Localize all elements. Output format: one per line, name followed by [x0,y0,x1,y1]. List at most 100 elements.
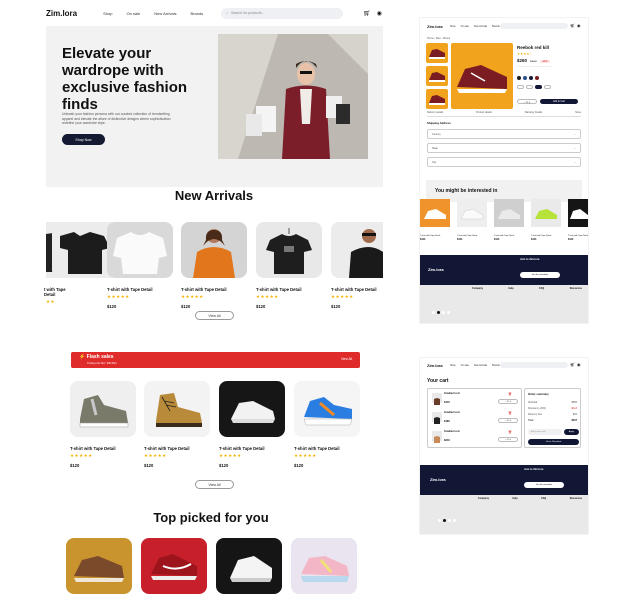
thumbnail[interactable] [426,66,448,86]
search-input[interactable] [500,362,568,368]
quantity-stepper[interactable]: − 1 + [517,99,537,104]
social-icon[interactable] [448,519,451,522]
product-card[interactable]: T-shirt with Tape Detail ★★★★★ $120 [181,222,247,309]
nav-on-sale[interactable]: On sale [461,25,469,28]
size-option[interactable] [526,85,533,89]
social-icon[interactable] [453,519,456,522]
old-price: $300 [530,59,537,63]
interested-title: You might be interested in [435,188,498,194]
color-swatch[interactable] [529,76,533,80]
product-card[interactable]: T-shirt with Tape Detail ★★★★★ $120 [256,222,322,309]
newsletter-button[interactable]: Join the newsletter [520,272,560,278]
top-picked-image[interactable] [66,538,132,594]
search-input[interactable] [500,23,568,29]
top-picked-image[interactable] [141,538,207,594]
top-picked-image[interactable] [291,538,357,594]
logo[interactable]: Zim.lora [427,363,443,368]
thumbnail[interactable] [426,43,448,63]
nav-shop[interactable]: Shop [103,11,112,16]
footer-logo: Zim.lora [428,267,444,272]
nav-icons: 🛒︎ ◉ [363,10,382,17]
size-option[interactable] [517,85,524,89]
checkout-button[interactable]: Go to Checkout [528,439,579,445]
tab-delivery[interactable]: Delivery details [427,111,443,114]
newsletter-button[interactable]: Join the newsletter [524,482,564,488]
nav-brands[interactable]: Brands [492,25,500,28]
thumbnail[interactable] [426,89,448,109]
view-all-button[interactable]: View All [195,311,234,320]
quantity-stepper[interactable]: − 1 + [498,418,518,423]
cart-icon[interactable]: 🛒︎ [570,23,575,28]
color-swatch[interactable] [517,76,521,80]
nav-on-sale[interactable]: On sale [461,364,469,367]
quantity-stepper[interactable]: − 1 + [498,399,518,404]
product-card[interactable]: T-shirt with Tape Detail $120 [494,199,524,241]
product-price: $120 [144,463,154,468]
product-card[interactable]: T-shirt with Tape Detail $120 [457,199,487,241]
footer: Company Help FAQ Resources [420,285,588,323]
logo[interactable]: Zim.lora [427,24,443,29]
logo[interactable]: Zim.lora [46,9,77,18]
tab-product[interactable]: Product details [476,111,492,114]
nav-on-sale[interactable]: On sale [126,11,140,16]
state-field[interactable]: State ⌄ [427,143,581,153]
product-card[interactable]: T-shirt with Tape Detail ★★★★★ $120 [331,222,383,309]
shop-now-button[interactable]: Shop Now [62,134,105,145]
account-icon[interactable]: ◉ [377,10,382,17]
product-card[interactable]: T-shirt with Tape Detail ★★★★★ $120 [144,381,210,468]
quantity-stepper[interactable]: − 1 + [498,437,518,442]
product-card[interactable]: T-shirt with Tape Detail ★★★★★ $120 [70,381,136,468]
flash-view-all-link[interactable]: View All [341,357,352,361]
social-icon[interactable] [442,311,445,314]
top-picked-image[interactable] [216,538,282,594]
item-image [432,431,442,443]
social-icon[interactable] [443,519,446,522]
product-card[interactable]: T-shirt with Tape Detail ★★★★★ $120 [219,381,285,468]
promo-input[interactable]: Add promo code [528,429,562,435]
account-icon[interactable]: ◉ [577,362,581,367]
nav-shop[interactable]: Shop [450,364,456,367]
cart-items: Gradient red $145 🗑︎ − 1 + Gradient red … [427,388,522,448]
size-option[interactable] [544,85,551,89]
nav-new-arrivals[interactable]: New Arrivals [154,11,176,16]
trash-icon[interactable]: 🗑︎ [508,430,512,434]
new-arrivals-title: New Arrivals [174,188,254,203]
tab-warranty[interactable]: Warranty Details [525,111,543,114]
footer: Company Help FAQ Resources [420,495,588,534]
social-icon[interactable] [438,519,441,522]
color-swatch[interactable] [535,76,539,80]
cart-icon[interactable]: 🛒︎ [363,10,371,17]
product-card[interactable]: T-shirt with Tape Detail ★★★★★ $120 [107,222,173,309]
cart-icon[interactable]: 🛒︎ [570,362,575,367]
product-card[interactable]: T-shirt with Tape Detail $120 [420,199,450,241]
trash-icon[interactable]: 🗑︎ [508,411,512,415]
city-field[interactable]: City ⌄ [427,157,581,167]
product-card[interactable]: T-shirt with Tape Detail $120 [531,199,561,241]
nav-new-arrivals[interactable]: New Arrivals [474,364,487,367]
rating-stars: ★★★★★ [107,294,130,299]
footer-columns: Company Help FAQ Resources [472,287,582,290]
trash-icon[interactable]: 🗑︎ [508,392,512,396]
nav-brands[interactable]: Brands [191,11,204,16]
nav-new-arrivals[interactable]: New Arrivals [474,25,487,28]
tab-sizes[interactable]: Sizes [575,111,581,114]
nav-brands[interactable]: Brands [492,364,500,367]
product-card[interactable]: T-shirt with Tape Detail ★★★★★ $120 [294,381,360,468]
country-field[interactable]: Country ⌄ [427,129,581,139]
rating-stars: ★★★★★ [256,294,279,299]
search-input[interactable]: ⌕ Search for products... [221,7,344,19]
color-swatch[interactable] [523,76,527,80]
size-option[interactable] [535,85,542,89]
flash-sale-title: ⚡ Flash sales [79,354,114,360]
apply-button[interactable]: Apply [564,429,579,435]
product-price: $120 [294,463,304,468]
add-to-cart-button[interactable]: Add to Cart [540,99,578,104]
product-card[interactable]: T-shirt with Tape Detail $120 [568,199,588,241]
view-all-button[interactable]: View All [195,480,234,489]
social-icon[interactable] [447,311,450,314]
social-icon[interactable] [432,311,435,314]
item-name: Gradient red [444,411,460,414]
account-icon[interactable]: ◉ [577,23,581,28]
nav-shop[interactable]: Shop [450,25,456,28]
social-icon[interactable] [437,311,440,314]
